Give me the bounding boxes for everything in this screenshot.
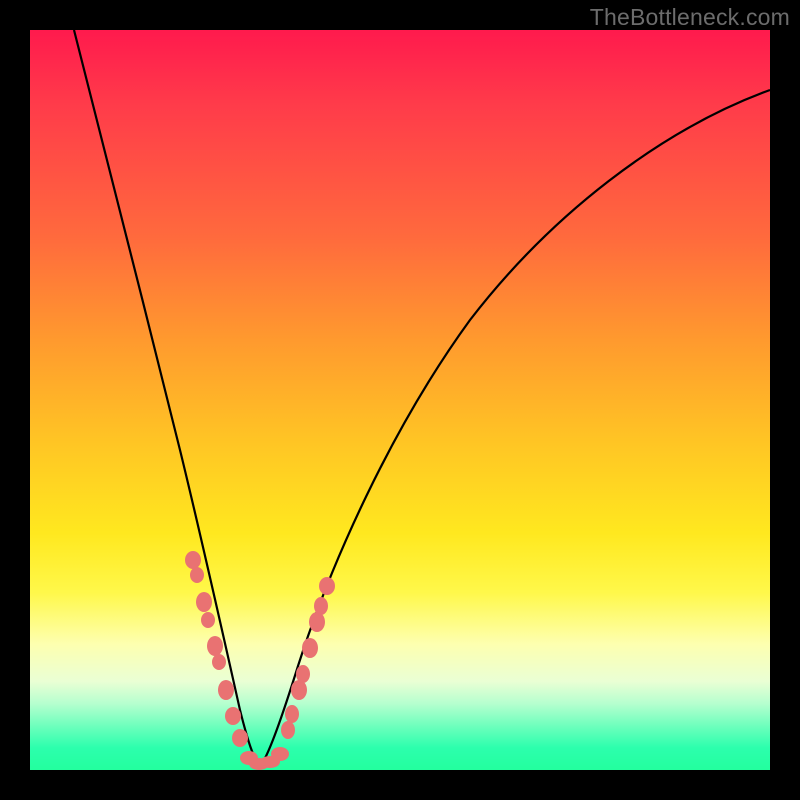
- watermark-text: TheBottleneck.com: [590, 4, 790, 31]
- curve-markers: [185, 551, 335, 770]
- curve-path: [74, 30, 770, 766]
- chart-plot-area: [30, 30, 770, 770]
- bottleneck-curve: [30, 30, 770, 770]
